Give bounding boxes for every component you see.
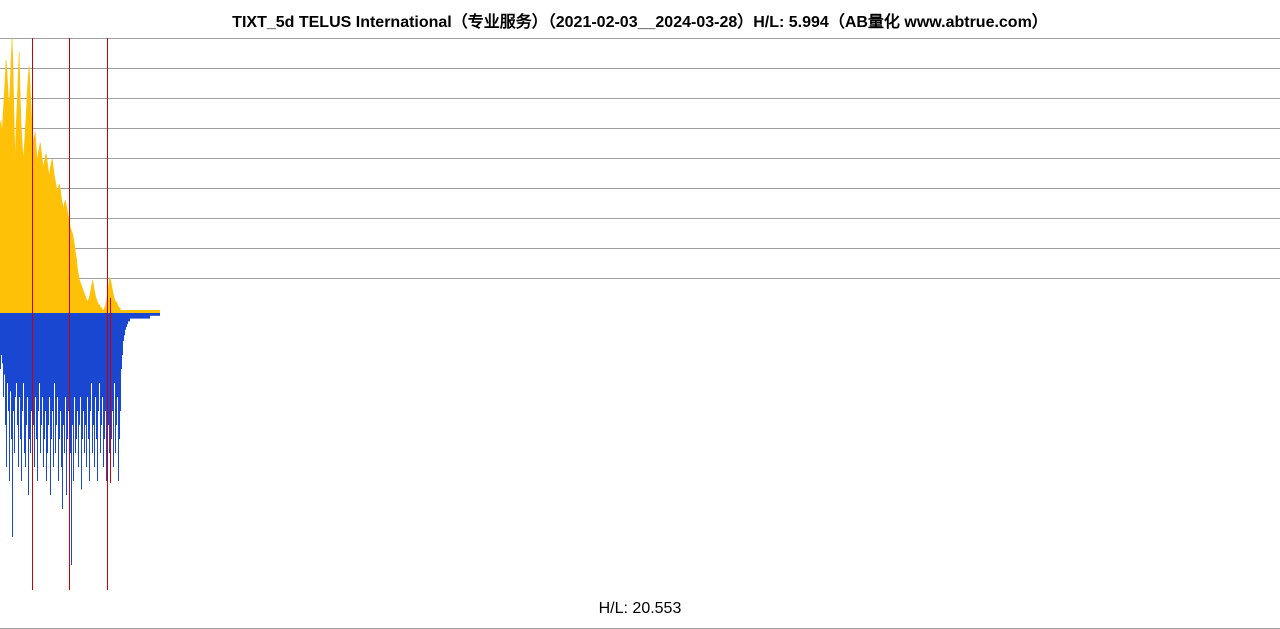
chart-title: TIXT_5d TELUS International（专业服务）（2021-0…	[0, 0, 1280, 40]
gridlines	[0, 38, 1280, 593]
hl-ratio-label: H/L: 20.553	[0, 600, 1280, 618]
red-marker-lines	[0, 38, 160, 593]
chart-area	[0, 38, 1280, 593]
